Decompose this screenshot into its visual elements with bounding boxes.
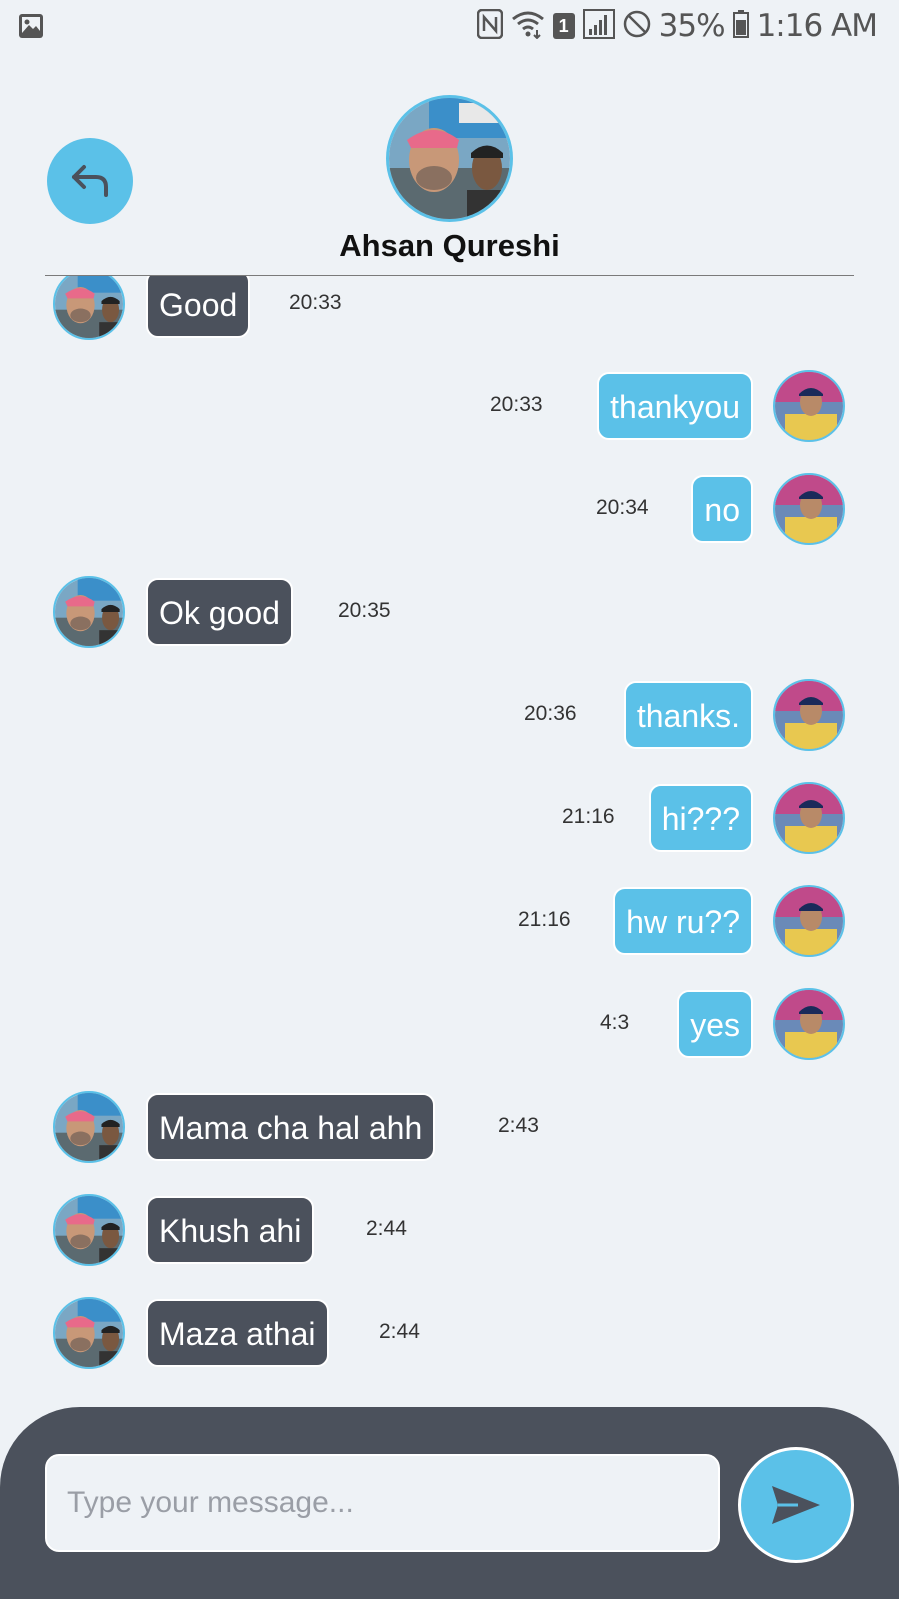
send-icon: [772, 1486, 820, 1524]
clock: 1:16 AM: [756, 8, 878, 44]
contact-avatar-small: [53, 576, 125, 648]
message-bubble[interactable]: Maza athai: [146, 1299, 329, 1367]
message-time: 21:16: [562, 805, 615, 828]
message-bubble[interactable]: Good: [146, 276, 251, 338]
message-time: 2:43: [498, 1114, 539, 1137]
contact-name: Ahsan Qureshi: [339, 228, 560, 263]
message-incoming: Ok good 20:35: [0, 572, 899, 652]
send-button[interactable]: [738, 1447, 854, 1563]
message-time: 20:36: [524, 702, 577, 725]
user-avatar-small: [773, 679, 845, 751]
message-list[interactable]: Good 20:33 20:33 thankyou 20:34 no Ok go…: [0, 276, 899, 1406]
back-button[interactable]: [47, 138, 133, 224]
contact-avatar-small: [53, 1194, 125, 1266]
message-outgoing: 20:36 thanks.: [0, 675, 899, 755]
message-time: 21:16: [518, 908, 571, 931]
message-bubble[interactable]: Mama cha hal ahh: [146, 1093, 436, 1161]
message-outgoing: 20:34 no: [0, 469, 899, 549]
nfc-icon: [476, 8, 503, 44]
message-time: 20:35: [338, 599, 391, 622]
message-incoming: Mama cha hal ahh 2:43: [0, 1087, 899, 1167]
contact-avatar-small: [53, 1297, 125, 1369]
wifi-icon: [511, 9, 545, 44]
message-composer: [0, 1407, 899, 1599]
message-outgoing: 21:16 hi???: [0, 778, 899, 858]
status-bar: 1 35% 1:16 AM: [0, 0, 899, 56]
message-time: 20:34: [596, 496, 649, 519]
message-bubble[interactable]: Khush ahi: [146, 1196, 315, 1264]
message-time: 20:33: [490, 393, 543, 416]
do-not-disturb-icon: [623, 10, 651, 43]
message-outgoing: 20:33 thankyou: [0, 366, 899, 446]
sim-badge-icon: 1: [552, 13, 575, 39]
user-avatar-small: [773, 370, 845, 442]
message-incoming: Maza athai 2:44: [0, 1293, 899, 1373]
battery-percent: 35%: [658, 8, 726, 44]
message-outgoing: 4:3 yes: [0, 984, 899, 1064]
message-bubble[interactable]: no: [691, 475, 753, 543]
reply-arrow-icon: [72, 165, 108, 197]
gallery-notification-icon: [18, 13, 44, 44]
message-time: 2:44: [379, 1320, 420, 1343]
message-bubble[interactable]: hi???: [648, 784, 753, 852]
message-bubble[interactable]: yes: [677, 990, 753, 1058]
message-outgoing: 21:16 hw ru??: [0, 881, 899, 961]
message-bubble[interactable]: hw ru??: [613, 887, 753, 955]
contact-avatar-small: [53, 276, 125, 340]
contact-avatar-small: [53, 1091, 125, 1163]
battery-icon: [732, 9, 749, 43]
signal-icon: [582, 8, 615, 44]
message-incoming: Khush ahi 2:44: [0, 1190, 899, 1270]
message-time: 4:3: [600, 1011, 630, 1034]
message-bubble[interactable]: thankyou: [597, 372, 753, 440]
user-avatar-small: [773, 782, 845, 854]
message-bubble[interactable]: thanks.: [623, 681, 753, 749]
user-avatar-small: [773, 885, 845, 957]
contact-avatar[interactable]: [386, 95, 513, 222]
message-bubble[interactable]: Ok good: [146, 578, 293, 646]
message-input[interactable]: [45, 1454, 720, 1552]
message-incoming: Good 20:33: [0, 276, 899, 344]
user-avatar-small: [773, 473, 845, 545]
message-time: 20:33: [289, 291, 342, 314]
user-avatar-small: [773, 988, 845, 1060]
message-time: 2:44: [366, 1217, 407, 1240]
